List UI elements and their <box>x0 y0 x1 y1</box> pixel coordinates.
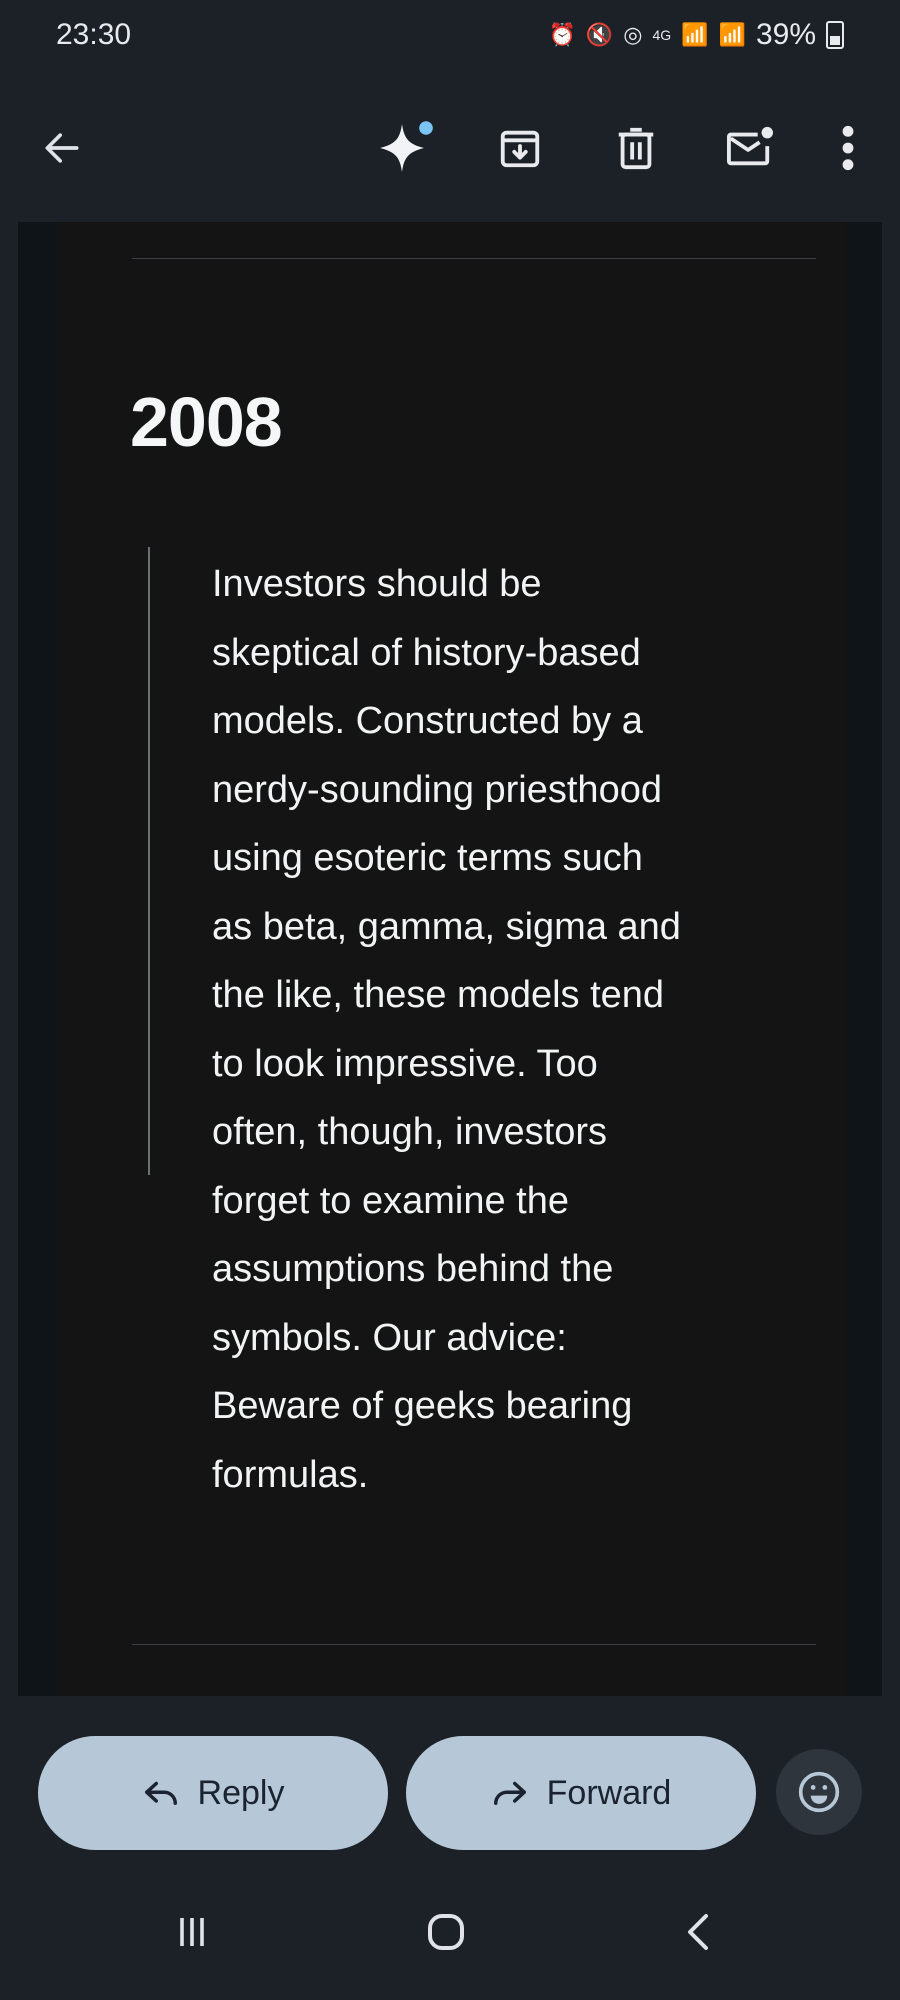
quote-line: skeptical of history-based <box>212 631 641 674</box>
mark-unread-icon <box>727 126 773 166</box>
forward-label: Forward <box>546 1773 672 1812</box>
blockquote-text: Investors should be skeptical of history… <box>212 550 772 1509</box>
back-arrow-icon <box>45 133 79 163</box>
forward-icon <box>493 1781 526 1806</box>
quote-line: the like, these models tend <box>212 974 665 1016</box>
status-bar: 23:30 ⏰ 🔇 ◎ 4G 📶 📶 39% <box>0 0 900 76</box>
quote-line: assumptions behind the <box>212 1248 614 1290</box>
delete-icon <box>618 127 654 170</box>
more-vert-icon <box>842 125 854 171</box>
quote-line: forget to examine the <box>212 1179 569 1222</box>
back-button[interactable] <box>30 116 94 180</box>
divider-bottom <box>132 1644 816 1645</box>
quote-line: Investors should be <box>212 563 542 605</box>
quote-line: often, though, investors <box>212 1111 608 1153</box>
recents-button[interactable] <box>152 1896 232 1968</box>
email-heading: 2008 <box>130 383 283 461</box>
reply-label: Reply <box>197 1773 285 1812</box>
quote-line: as beta, gamma, sigma and <box>212 905 681 948</box>
signal-icon-2: 📶 <box>718 22 746 47</box>
signal-icon-1: 📶 <box>681 22 709 47</box>
battery-icon <box>826 21 844 49</box>
forward-button[interactable]: Forward <box>406 1736 756 1850</box>
quote-line: to look impressive. Too <box>212 1042 598 1085</box>
reply-icon <box>144 1781 177 1806</box>
quote-line: formulas. <box>212 1453 369 1496</box>
status-icons: ⏰ 🔇 ◎ 4G 📶 📶 39% <box>548 18 844 52</box>
quote-line: nerdy-sounding priesthood <box>212 768 662 811</box>
home-icon <box>428 1914 464 1950</box>
mute-icon: 🔇 <box>585 22 614 47</box>
quote-line: Beware of geeks bearing <box>212 1385 633 1427</box>
quote-line: symbols. Our advice: <box>212 1316 567 1359</box>
more-options-button[interactable] <box>816 116 880 180</box>
gemini-sparkle-icon <box>380 121 433 172</box>
archive-button[interactable] <box>488 116 552 180</box>
gemini-button[interactable] <box>374 116 438 180</box>
blockquote-bar <box>148 547 150 1175</box>
quote-line: models. Constructed by a <box>212 700 643 742</box>
emoji-reaction-button[interactable] <box>776 1749 862 1835</box>
hotspot-icon: ◎ <box>623 22 643 47</box>
battery-percent: 39% <box>755 18 816 51</box>
action-bar: Reply Forward <box>0 1696 900 1866</box>
system-nav-bar <box>0 1866 900 2000</box>
alarm-icon: ⏰ <box>548 22 576 47</box>
archive-icon <box>500 130 540 168</box>
email-body: 2008 Investors should be skeptical of hi… <box>18 222 882 1696</box>
smiley-icon <box>798 1771 840 1813</box>
email-content-card: 2008 Investors should be skeptical of hi… <box>56 222 846 1696</box>
system-back-button[interactable] <box>658 1896 738 1968</box>
mark-unread-button[interactable] <box>718 116 782 180</box>
divider-top <box>132 258 816 259</box>
home-button[interactable] <box>406 1896 486 1968</box>
quote-line: using esoteric terms such <box>212 837 643 879</box>
chevron-left-icon <box>688 1914 708 1950</box>
delete-button[interactable] <box>604 116 668 180</box>
network-type-icon: 4G <box>652 27 672 43</box>
reply-button[interactable]: Reply <box>38 1736 388 1850</box>
status-time: 23:30 <box>56 18 132 51</box>
email-toolbar <box>0 76 900 222</box>
recents-icon <box>180 1918 204 1946</box>
